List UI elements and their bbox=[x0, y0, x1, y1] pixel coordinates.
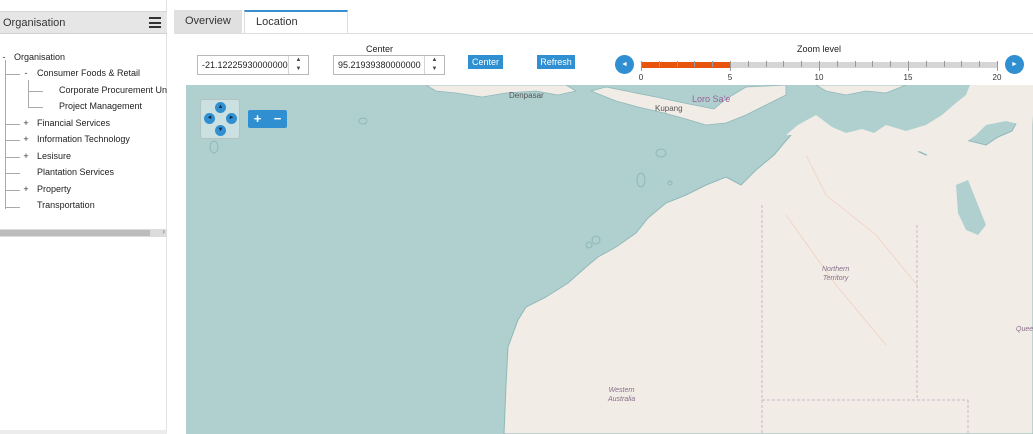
horizontal-scrollbar[interactable]: › bbox=[0, 227, 167, 237]
slider-tick bbox=[854, 61, 856, 67]
pan-up-icon[interactable]: ▲ bbox=[215, 102, 226, 113]
scrollbar-thumb[interactable] bbox=[0, 230, 150, 236]
organisation-panel: Organisation - Organisation - Consumer F… bbox=[0, 0, 167, 434]
slider-tick bbox=[676, 61, 678, 67]
slider-tick bbox=[730, 61, 731, 71]
tree-node-label: Financial Services bbox=[37, 118, 111, 128]
spin-down-icon[interactable]: ▼ bbox=[289, 65, 308, 74]
longitude-stepper[interactable]: ▲ ▼ bbox=[424, 56, 444, 74]
pan-left-icon[interactable]: ◄ bbox=[204, 113, 215, 124]
slider-tick bbox=[765, 61, 767, 67]
slider-tick-label: 0 bbox=[638, 73, 644, 82]
panel-footer bbox=[0, 430, 167, 434]
tree-node-label: Lesisure bbox=[37, 151, 72, 161]
tree-node-label: Organisation bbox=[14, 52, 66, 62]
spin-down-icon[interactable]: ▼ bbox=[425, 65, 444, 74]
tree-node-label: Transportation bbox=[37, 200, 95, 210]
pan-control: ▲ ▼ ◄ ► bbox=[200, 99, 240, 139]
spin-up-icon[interactable]: ▲ bbox=[289, 56, 308, 65]
slider-tick bbox=[694, 61, 696, 67]
latitude-stepper[interactable]: ▲ ▼ bbox=[288, 56, 308, 74]
slider-tick-label: 5 bbox=[727, 73, 733, 82]
longitude-value[interactable]: 95.21939380000000 bbox=[338, 60, 421, 70]
slider-tick bbox=[890, 61, 892, 67]
slider-tick bbox=[747, 61, 749, 67]
zoom-increase-icon[interactable]: ► bbox=[1005, 55, 1024, 74]
slider-tick bbox=[836, 61, 838, 67]
map-label-northern-territory: Northern Territory bbox=[822, 266, 850, 282]
expand-toggle[interactable]: + bbox=[22, 115, 30, 131]
slider-tick bbox=[783, 61, 785, 67]
tree-node-label: Plantation Services bbox=[37, 167, 115, 177]
expand-toggle[interactable]: + bbox=[22, 148, 30, 164]
zoom-in-button[interactable]: + bbox=[248, 110, 267, 128]
collapse-toggle[interactable]: - bbox=[0, 49, 8, 65]
tree-node-label: Property bbox=[37, 184, 72, 194]
slider-tick bbox=[979, 61, 981, 67]
zoom-decrease-icon[interactable]: ◄ bbox=[615, 55, 634, 74]
expand-toggle[interactable]: + bbox=[22, 181, 30, 197]
app-window: Organisation - Organisation - Consumer F… bbox=[0, 0, 1033, 434]
map-zoom-control: + − bbox=[248, 110, 287, 128]
tree-node-label: Project Management bbox=[59, 101, 143, 111]
tree-node-label: Corporate Procurement Un bbox=[59, 85, 167, 95]
map-toolbar: -21.12225930000000 ▲ ▼ Center 95.2193938… bbox=[186, 34, 1033, 85]
expand-toggle[interactable]: + bbox=[22, 131, 30, 147]
scroll-right-icon[interactable]: › bbox=[162, 227, 165, 236]
tab-location-analysis[interactable]: Location Analysis bbox=[244, 10, 348, 49]
center-label: Center bbox=[366, 44, 394, 54]
slider-tick bbox=[872, 61, 874, 67]
map-label-queensland: Quee bbox=[1016, 326, 1033, 333]
pan-right-icon[interactable]: ► bbox=[226, 113, 237, 124]
zoom-level-label: Zoom level bbox=[797, 44, 842, 54]
map-label-loro-sae: Loro Sa'e bbox=[692, 94, 731, 104]
map-view[interactable]: Denpasar Kupang Loro Sa'e Northern Terri… bbox=[186, 85, 1033, 434]
center-button[interactable]: Center bbox=[468, 55, 503, 69]
longitude-spinner[interactable]: 95.21939380000000 ▲ ▼ bbox=[333, 55, 445, 75]
slider-tick-label: 10 bbox=[814, 73, 824, 82]
slider-tick bbox=[943, 61, 945, 67]
slider-tick bbox=[658, 61, 660, 67]
slider-fill bbox=[641, 62, 730, 68]
slider-tick bbox=[925, 61, 927, 67]
map-label-western-australia: Western Australia bbox=[608, 387, 636, 403]
map-label-denpasar: Denpasar bbox=[509, 91, 544, 100]
tree-node-corporate-procurement[interactable]: Corporate Procurement Un bbox=[0, 82, 167, 98]
zoom-level-slider[interactable]: 0 5 10 15 20 bbox=[638, 60, 1001, 82]
latitude-spinner[interactable]: -21.12225930000000 ▲ ▼ bbox=[197, 55, 309, 75]
collapse-toggle[interactable]: - bbox=[22, 65, 30, 81]
slider-tick-label: 15 bbox=[903, 73, 913, 82]
menu-icon[interactable] bbox=[149, 17, 161, 28]
tree-node-label: Consumer Foods & Retail bbox=[37, 68, 141, 78]
slider-tick bbox=[641, 61, 642, 71]
zoom-out-button[interactable]: − bbox=[268, 110, 287, 128]
slider-tick bbox=[801, 61, 803, 67]
slider-tick bbox=[819, 61, 820, 71]
slider-tick bbox=[908, 61, 909, 71]
tree-node-label: Information Technology bbox=[37, 134, 130, 144]
slider-tick-label: 20 bbox=[992, 73, 1002, 82]
spin-up-icon[interactable]: ▲ bbox=[425, 56, 444, 65]
map-tiles bbox=[186, 85, 1033, 434]
panel-header: Organisation bbox=[0, 11, 167, 34]
map-label-kupang: Kupang bbox=[655, 104, 683, 113]
latitude-value[interactable]: -21.12225930000000 bbox=[202, 60, 288, 70]
pan-down-icon[interactable]: ▼ bbox=[215, 125, 226, 136]
refresh-button[interactable]: Refresh bbox=[537, 55, 575, 69]
tab-overview[interactable]: Overview bbox=[174, 10, 242, 34]
slider-tick bbox=[961, 61, 963, 67]
slider-tick bbox=[712, 61, 714, 67]
panel-title: Organisation bbox=[3, 17, 66, 29]
slider-tick bbox=[997, 61, 998, 71]
